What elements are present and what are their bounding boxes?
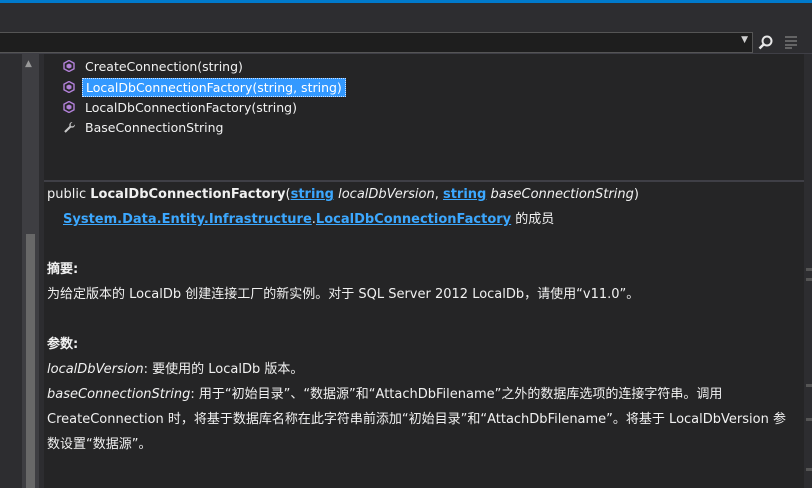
search-icon[interactable] bbox=[757, 34, 775, 52]
member-item-create-connection[interactable]: CreateConnection(string) bbox=[62, 56, 246, 76]
method-icon bbox=[62, 59, 76, 73]
member-label: BaseConnectionString bbox=[85, 119, 224, 135]
param-name: localDbVersion bbox=[47, 362, 144, 377]
member-of-line: System.Data.Entity.Infrastructure.LocalD… bbox=[63, 207, 554, 232]
member-signature: public LocalDbConnectionFactory(string l… bbox=[47, 182, 639, 207]
signature-comma: , bbox=[434, 187, 443, 202]
members-list: CreateConnection(string) LocalDbConnecti… bbox=[44, 54, 804, 180]
param-description-cont: 数设置“数据源”。 bbox=[47, 437, 152, 452]
search-input[interactable]: ▼ bbox=[0, 32, 753, 53]
scroll-marker bbox=[806, 278, 812, 281]
param-name: baseConnectionString bbox=[47, 387, 191, 402]
method-icon bbox=[62, 100, 76, 114]
signature-modifier: public bbox=[47, 187, 91, 202]
param-type-link[interactable]: string bbox=[291, 187, 334, 202]
param-description-cont: CreateConnection 时，将基于数据库名称在此字符串前添加“初始目录… bbox=[47, 412, 786, 427]
signature-name: LocalDbConnectionFactory bbox=[90, 187, 286, 202]
member-label: LocalDbConnectionFactory(string, string) bbox=[82, 77, 346, 97]
left-gutter bbox=[0, 54, 22, 488]
params-heading: 参数: bbox=[47, 337, 79, 352]
scroll-marker bbox=[806, 468, 812, 471]
method-icon bbox=[62, 80, 76, 94]
description-pane: public LocalDbConnectionFactory(string l… bbox=[44, 182, 804, 488]
scrollbar-thumb[interactable] bbox=[26, 234, 35, 488]
title-area bbox=[0, 3, 812, 32]
scroll-up-icon[interactable]: ▲ bbox=[25, 59, 32, 69]
param-description: : 用于“初始目录”、“数据源”和“AttachDbFilename”之外的数据… bbox=[190, 387, 723, 402]
chevron-down-icon[interactable]: ▼ bbox=[741, 35, 748, 45]
param-description: : 要使用的 LocalDb 版本。 bbox=[143, 362, 304, 377]
namespace-link[interactable]: System.Data.Entity.Infrastructure bbox=[63, 212, 312, 227]
member-item-base-connection-string[interactable]: BaseConnectionString bbox=[62, 117, 226, 137]
member-item-localdb-factory-one-param[interactable]: LocalDbConnectionFactory(string) bbox=[62, 97, 300, 117]
class-link[interactable]: LocalDbConnectionFactory bbox=[316, 212, 511, 227]
param-localdbversion: localDbVersion: 要使用的 LocalDb 版本。 bbox=[47, 357, 303, 382]
param-baseconnectionstring: baseConnectionString: 用于“初始目录”、“数据源”和“At… bbox=[47, 382, 722, 407]
param-type-link[interactable]: string bbox=[443, 187, 486, 202]
param-name: localDbVersion bbox=[333, 187, 435, 202]
scroll-marker bbox=[806, 268, 812, 271]
member-of-text: 的成员 bbox=[511, 212, 555, 227]
member-label: LocalDbConnectionFactory(string) bbox=[85, 99, 297, 115]
vertical-scrollbar[interactable]: ▲ bbox=[22, 54, 39, 488]
signature-paren-close: ) bbox=[633, 187, 639, 202]
member-item-localdb-factory-two-params[interactable]: LocalDbConnectionFactory(string, string) bbox=[62, 77, 346, 97]
settings-list-icon[interactable] bbox=[782, 34, 800, 52]
wrench-icon bbox=[62, 120, 76, 134]
member-label: CreateConnection(string) bbox=[85, 58, 243, 74]
param-name: baseConnectionString bbox=[486, 187, 634, 202]
scroll-marker bbox=[806, 418, 812, 421]
summary-text: 为给定版本的 LocalDb 创建连接工厂的新实例。对于 SQL Server … bbox=[47, 287, 640, 302]
scroll-marker bbox=[806, 384, 812, 387]
summary-heading: 摘要: bbox=[47, 262, 79, 277]
search-bar: ▼ bbox=[0, 32, 812, 54]
right-overview-scrollbar[interactable] bbox=[804, 54, 812, 488]
